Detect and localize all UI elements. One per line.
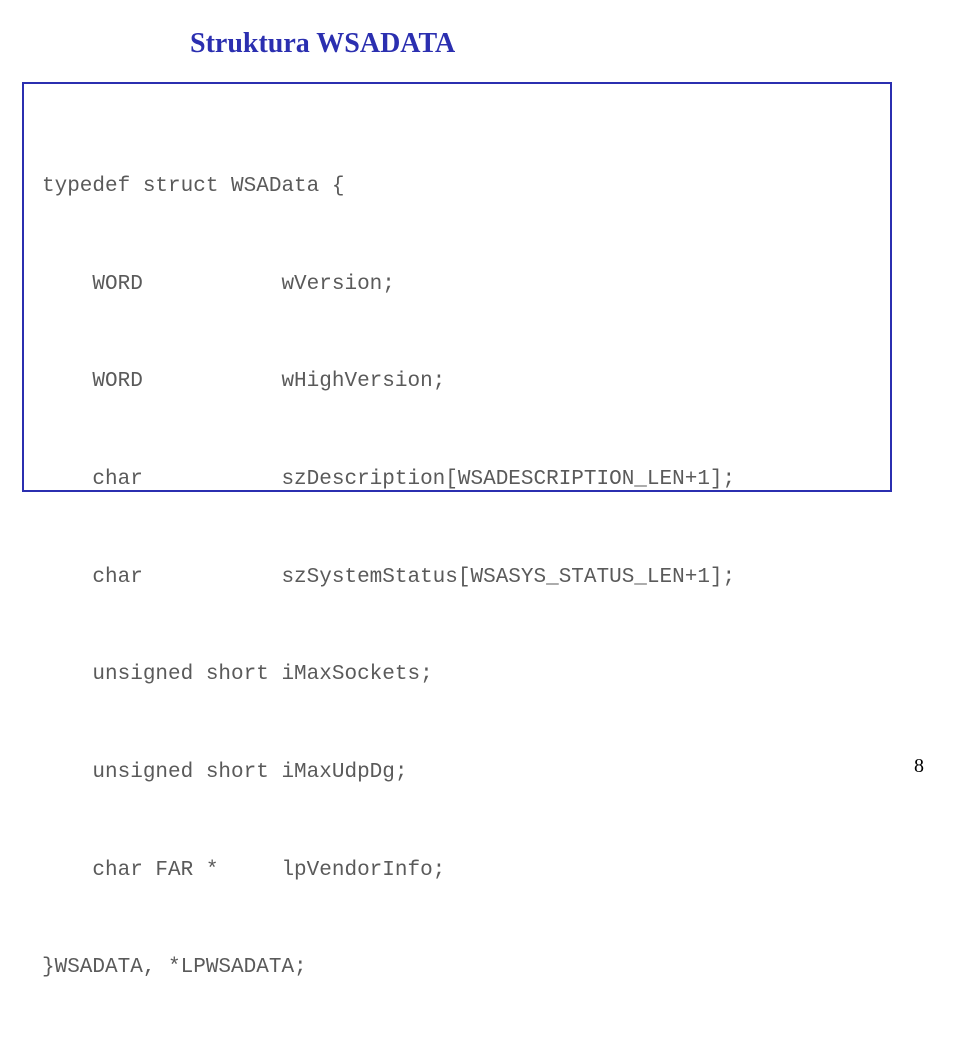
code-identifier: lpVendorInfo; [281,855,445,888]
code-type: char [42,464,281,497]
code-type: WORD [42,269,281,302]
code-identifier: szSystemStatus[WSASYS_STATUS_LEN+1]; [281,562,735,595]
code-type: char [42,562,281,595]
code-identifier: wHighVersion; [281,366,445,399]
code-type: unsigned short [42,757,281,790]
code-line: typedef struct WSAData { [42,171,872,204]
code-identifier: iMaxUdpDg; [281,757,407,790]
page-number: 8 [914,755,924,778]
code-line: char szSystemStatus[WSASYS_STATUS_LEN+1]… [42,562,872,595]
code-type: char FAR * [42,855,281,888]
code-line: char szDescription[WSADESCRIPTION_LEN+1]… [42,464,872,497]
code-identifier: wVersion; [281,269,394,302]
code-line: char FAR * lpVendorInfo; [42,855,872,888]
code-block: typedef struct WSAData { WORD wVersion; … [42,106,872,1050]
page-title: Struktura WSADATA [0,28,960,60]
document-page: Struktura WSADATA typedef struct WSAData… [0,0,960,808]
code-identifier: szDescription[WSADESCRIPTION_LEN+1]; [281,464,735,497]
code-type: unsigned short [42,659,281,692]
code-line: }WSADATA, *LPWSADATA; [42,952,872,985]
code-line: WORD wVersion; [42,269,872,302]
code-identifier: iMaxSockets; [281,659,432,692]
code-line: unsigned short iMaxSockets; [42,659,872,692]
code-line: unsigned short iMaxUdpDg; [42,757,872,790]
code-line: WORD wHighVersion; [42,366,872,399]
code-box: typedef struct WSAData { WORD wVersion; … [22,82,892,492]
code-type: WORD [42,366,281,399]
